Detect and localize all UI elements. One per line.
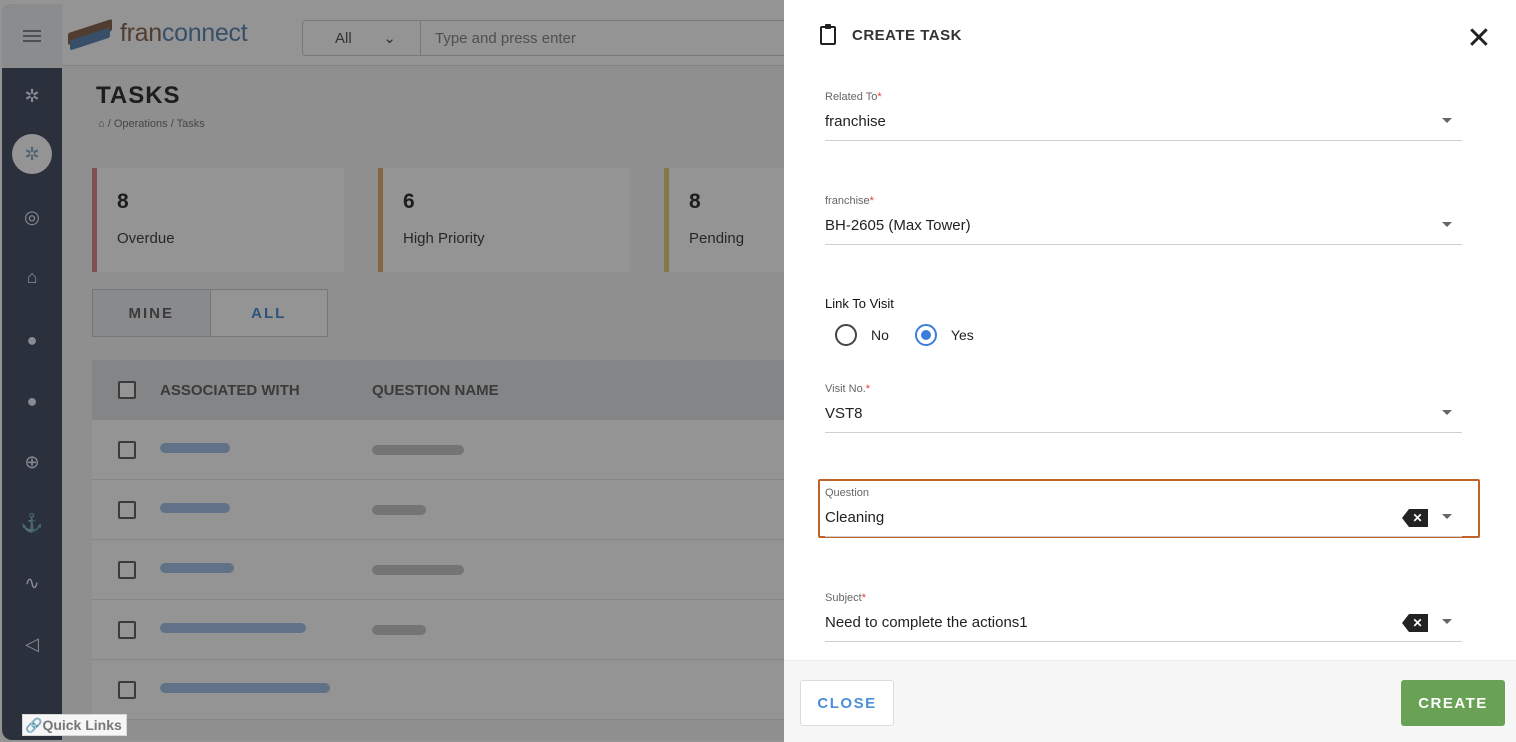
quick-links-button[interactable]: 🔗 Quick Links bbox=[22, 714, 127, 736]
dropdown-caret-icon bbox=[1442, 619, 1452, 624]
dropdown-caret-icon bbox=[1442, 118, 1452, 123]
dropdown-caret-icon bbox=[1442, 410, 1452, 415]
radio-yes[interactable] bbox=[914, 324, 937, 346]
create-button[interactable]: CREATE bbox=[1401, 680, 1505, 726]
dropdown-caret-icon bbox=[1442, 514, 1452, 519]
panel-footer: CLOSE CREATE bbox=[784, 660, 1516, 742]
panel-title: CREATE TASK bbox=[852, 27, 962, 44]
close-icon[interactable]: ✕ bbox=[1464, 24, 1494, 54]
related-to-select[interactable]: Related To* franchise bbox=[825, 91, 1462, 141]
create-task-panel: CREATE TASK ✕ Related To* franchise fran… bbox=[784, 0, 1516, 742]
franchise-select[interactable]: franchise* BH-2605 (Max Tower) bbox=[825, 195, 1462, 245]
radio-no-label[interactable]: No bbox=[871, 327, 889, 343]
radio-yes-label[interactable]: Yes bbox=[951, 327, 974, 343]
visit-no-select[interactable]: Visit No.* VST8 bbox=[825, 383, 1462, 433]
radio-no[interactable] bbox=[835, 324, 857, 346]
panel-header: CREATE TASK bbox=[820, 24, 962, 45]
close-button[interactable]: CLOSE bbox=[800, 680, 894, 726]
clear-icon[interactable]: ✕ bbox=[1402, 509, 1428, 527]
question-select[interactable]: Question Cleaning ✕ bbox=[825, 487, 1462, 537]
link-to-visit-radio-group: No Yes bbox=[835, 324, 1000, 346]
clipboard-icon bbox=[820, 24, 836, 45]
link-icon: 🔗 bbox=[25, 716, 43, 733]
subject-select[interactable]: Subject* Need to complete the actions1 ✕ bbox=[825, 592, 1462, 642]
modal-backdrop[interactable] bbox=[0, 0, 784, 742]
clear-icon[interactable]: ✕ bbox=[1402, 614, 1428, 632]
link-to-visit-label: Link To Visit bbox=[825, 296, 894, 311]
dropdown-caret-icon bbox=[1442, 222, 1452, 227]
